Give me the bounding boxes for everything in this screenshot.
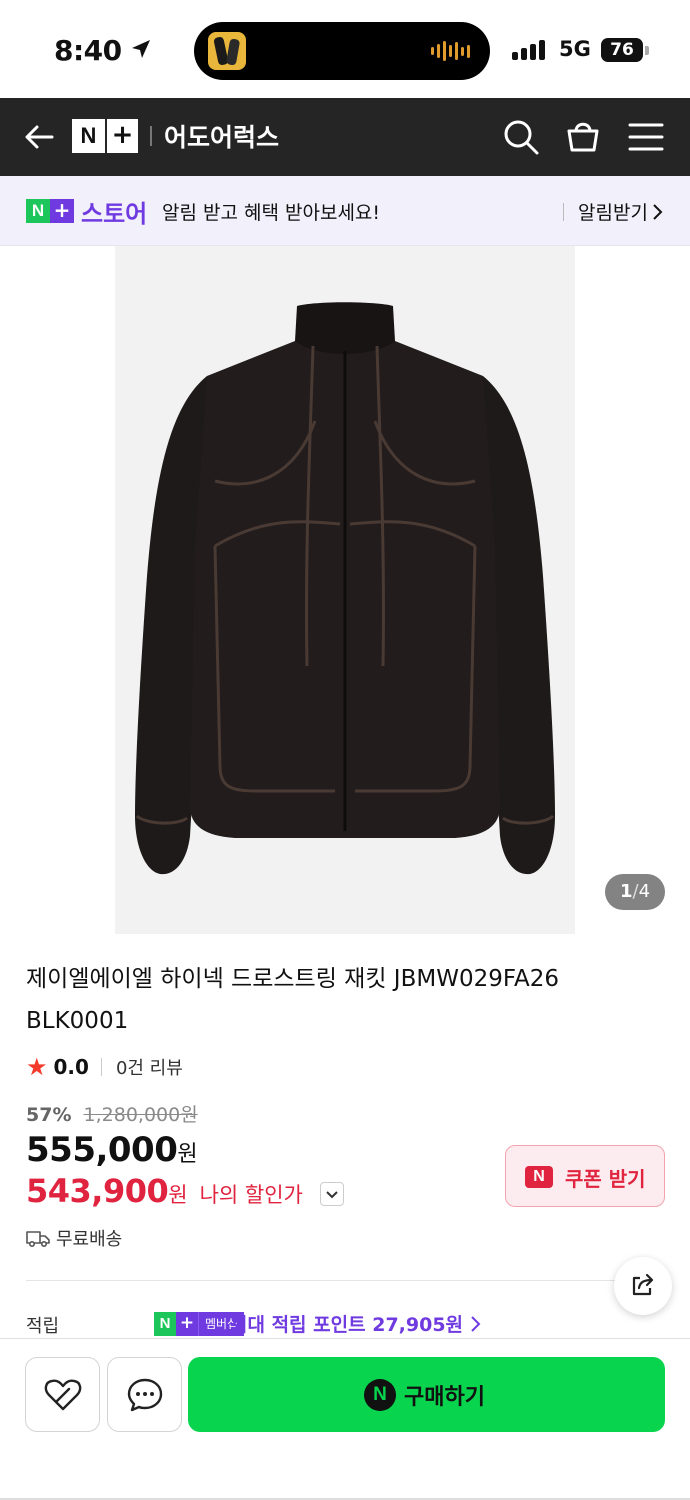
badge-plus: + <box>176 1312 198 1336</box>
chat-bubble-icon <box>127 1378 163 1412</box>
notice-logo-plus: + <box>50 199 74 223</box>
shipping-label: 무료배송 <box>56 1229 123 1250</box>
network-type: 5G <box>559 37 591 61</box>
subscribe-alert-link[interactable]: 알림받기 <box>578 198 648 225</box>
points-label: 적립 <box>26 1316 60 1337</box>
notice-divider <box>563 203 564 221</box>
rating-summary[interactable]: ★ 0.0 0건 리뷰 <box>26 1052 183 1082</box>
max-points-value: 27,905원 <box>372 1314 464 1336</box>
buy-now-label: 구매하기 <box>404 1385 485 1410</box>
cellular-signal-icon <box>512 40 545 60</box>
my-price-unit: 원 <box>168 1183 188 1207</box>
star-icon: ★ <box>26 1053 48 1081</box>
bottom-action-bar: N 구매하기 <box>0 1338 690 1500</box>
location-arrow-icon <box>132 40 150 58</box>
truck-icon <box>26 1231 50 1248</box>
store-name[interactable]: 어도어럭스 <box>164 118 279 154</box>
status-time: 8:40 <box>54 34 122 67</box>
chat-inquiry-button[interactable] <box>107 1357 182 1432</box>
logo-n: N <box>72 119 105 153</box>
notification-banner[interactable]: N + 스토어 알림 받고 혜택 받아보세요! 알림받기 <box>0 176 690 246</box>
naver-plus-logo[interactable]: N + <box>72 119 138 153</box>
coupon-button-label: 쿠폰 받기 <box>565 1167 646 1191</box>
product-image[interactable] <box>115 246 575 934</box>
chevron-right-icon <box>471 1316 481 1332</box>
menu-icon[interactable] <box>628 120 664 154</box>
now-playing-app-icon <box>208 32 246 70</box>
product-title: 제이엘에이엘 하이넥 드로스트링 재킷 JBMW029FA26 BLK0001 <box>26 966 559 1034</box>
wishlist-button[interactable] <box>25 1357 100 1432</box>
chevron-down-icon <box>326 1191 338 1199</box>
badge-n: N <box>154 1312 176 1336</box>
points-row[interactable]: 적립 N + 멤버십 최대 적립 포인트 27,905원 <box>26 1310 666 1340</box>
share-button[interactable] <box>614 1257 672 1315</box>
section-divider <box>26 1280 666 1281</box>
discount-row: 57% 1,280,000원 <box>26 1100 198 1127</box>
sale-price: 555,000원 <box>26 1130 198 1170</box>
heart-icon <box>44 1379 82 1411</box>
dynamic-island[interactable] <box>194 22 490 80</box>
original-price: 1,280,000원 <box>83 1104 198 1126</box>
shopping-bag-icon[interactable] <box>564 116 602 154</box>
coupon-download-button[interactable]: N 쿠폰 받기 <box>505 1145 665 1207</box>
notice-store-label: 스토어 <box>81 200 148 228</box>
search-icon[interactable] <box>502 118 540 156</box>
review-count-link[interactable]: 0건 리뷰 <box>116 1054 183 1080</box>
image-counter-total: 4 <box>638 881 651 902</box>
shipping-info: 무료배송 <box>26 1225 122 1251</box>
notice-logo-n: N <box>26 199 50 223</box>
rating-divider <box>100 1058 102 1076</box>
top-nav: N + 어도어럭스 <box>0 98 690 176</box>
naver-plus-store-logo: N + <box>26 199 74 223</box>
my-price-expand-button[interactable] <box>320 1182 344 1206</box>
header-divider <box>150 126 152 146</box>
rating-score: 0.0 <box>53 1055 89 1079</box>
notice-message: 알림 받고 혜택 받아보세요! <box>162 202 381 224</box>
image-counter-current: 1 <box>619 881 633 902</box>
product-image-gallery[interactable]: 1/4 <box>0 246 690 936</box>
sale-price-value: 555,000 <box>26 1130 178 1170</box>
buy-now-button[interactable]: N 구매하기 <box>188 1357 665 1432</box>
my-price-label: 나의 할인가 <box>199 1183 303 1207</box>
discount-percent: 57% <box>26 1104 72 1126</box>
chevron-right-icon <box>653 204 663 220</box>
audio-wave-icon <box>431 40 470 62</box>
battery-level: 76 <box>601 38 643 62</box>
image-counter: 1/4 <box>605 874 665 910</box>
coupon-icon: N <box>525 1166 553 1188</box>
max-points-text: 최대 적립 포인트 27,905원 <box>230 1310 463 1337</box>
status-bar: 8:40 5G 76 <box>0 0 690 98</box>
jacket-image <box>135 302 555 875</box>
my-price-value: 543,900 <box>26 1172 169 1210</box>
share-icon <box>632 1273 654 1296</box>
naver-pay-icon: N <box>364 1379 396 1411</box>
max-points-prefix: 최대 적립 포인트 <box>230 1314 366 1336</box>
sale-price-unit: 원 <box>177 1142 198 1167</box>
my-discount-price[interactable]: 543,900 원 나의 할인가 <box>26 1172 303 1210</box>
back-arrow-icon[interactable] <box>22 120 56 154</box>
battery-tip <box>645 46 649 55</box>
logo-plus: + <box>105 119 138 153</box>
